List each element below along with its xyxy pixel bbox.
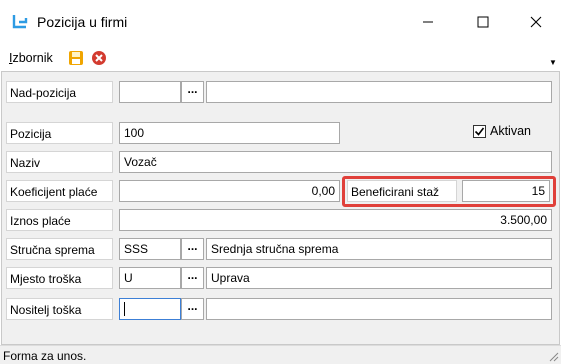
label-pozicija: Pozicija [6,122,113,144]
pozicija-input[interactable]: 100 [119,122,340,144]
maximize-button[interactable] [460,0,506,44]
mjesto-troska-code-input[interactable]: U [119,267,181,289]
label-beneficirani-staz: Beneficirani staž [347,180,457,202]
window-title: Pozicija u firmi [37,14,128,30]
nositelj-toska-lookup-button[interactable]: ... [181,298,204,320]
cancel-icon[interactable] [91,50,107,66]
text-cursor [124,302,125,316]
minimize-button[interactable] [405,0,451,44]
mjesto-troska-lookup-button[interactable]: ... [181,267,204,289]
label-koeficijent-place: Koeficijent plaće [6,180,113,202]
resize-grip-icon[interactable] [549,352,559,362]
strucna-sprema-lookup-button[interactable]: ... [181,238,204,260]
nositelj-toska-code-input[interactable] [119,298,181,320]
close-button[interactable] [513,0,559,44]
label-mjesto-troska: Mjesto troška [6,267,113,289]
iznos-place-input[interactable]: 3.500,00 [119,209,552,231]
label-nositelj-toska: Nositelj toška [6,298,113,320]
nad-pozicija-lookup-button[interactable]: ... [181,81,204,103]
app-icon [12,15,28,29]
nad-pozicija-code-input[interactable] [119,81,181,103]
koeficijent-place-input[interactable]: 0,00 [119,180,340,202]
strucna-sprema-code-input[interactable]: SSS [119,238,181,260]
label-strucna-sprema: Stručna sprema [6,238,113,260]
label-nad-pozicija: Nad-pozicija [6,81,113,103]
aktivan-checkbox[interactable] [473,125,486,138]
maximize-icon [477,16,489,28]
nad-pozicija-name-input[interactable] [206,81,552,103]
close-icon [530,16,542,28]
naziv-input[interactable]: Vozač [119,151,552,173]
menu-izbornik[interactable]: Izbornik [9,50,53,66]
label-iznos-place: Iznos plaće [6,209,113,231]
beneficirani-staz-input[interactable]: 15 [462,180,550,202]
strucna-sprema-name-input[interactable]: Srednja stručna sprema [206,238,552,260]
checkmark-icon [474,127,485,136]
mjesto-troska-name-input[interactable]: Uprava [206,267,552,289]
nositelj-toska-name-input[interactable] [206,298,552,320]
toolbar-overflow-icon[interactable]: ▼ [549,58,557,67]
save-icon[interactable] [68,50,84,66]
menu-label-rest: zbornik [12,51,53,65]
menu-bar [0,44,561,72]
status-text: Forma za unos. [3,349,87,363]
minimize-icon [423,21,433,23]
label-naziv: Naziv [6,151,113,173]
aktivan-label: Aktivan [490,124,531,138]
